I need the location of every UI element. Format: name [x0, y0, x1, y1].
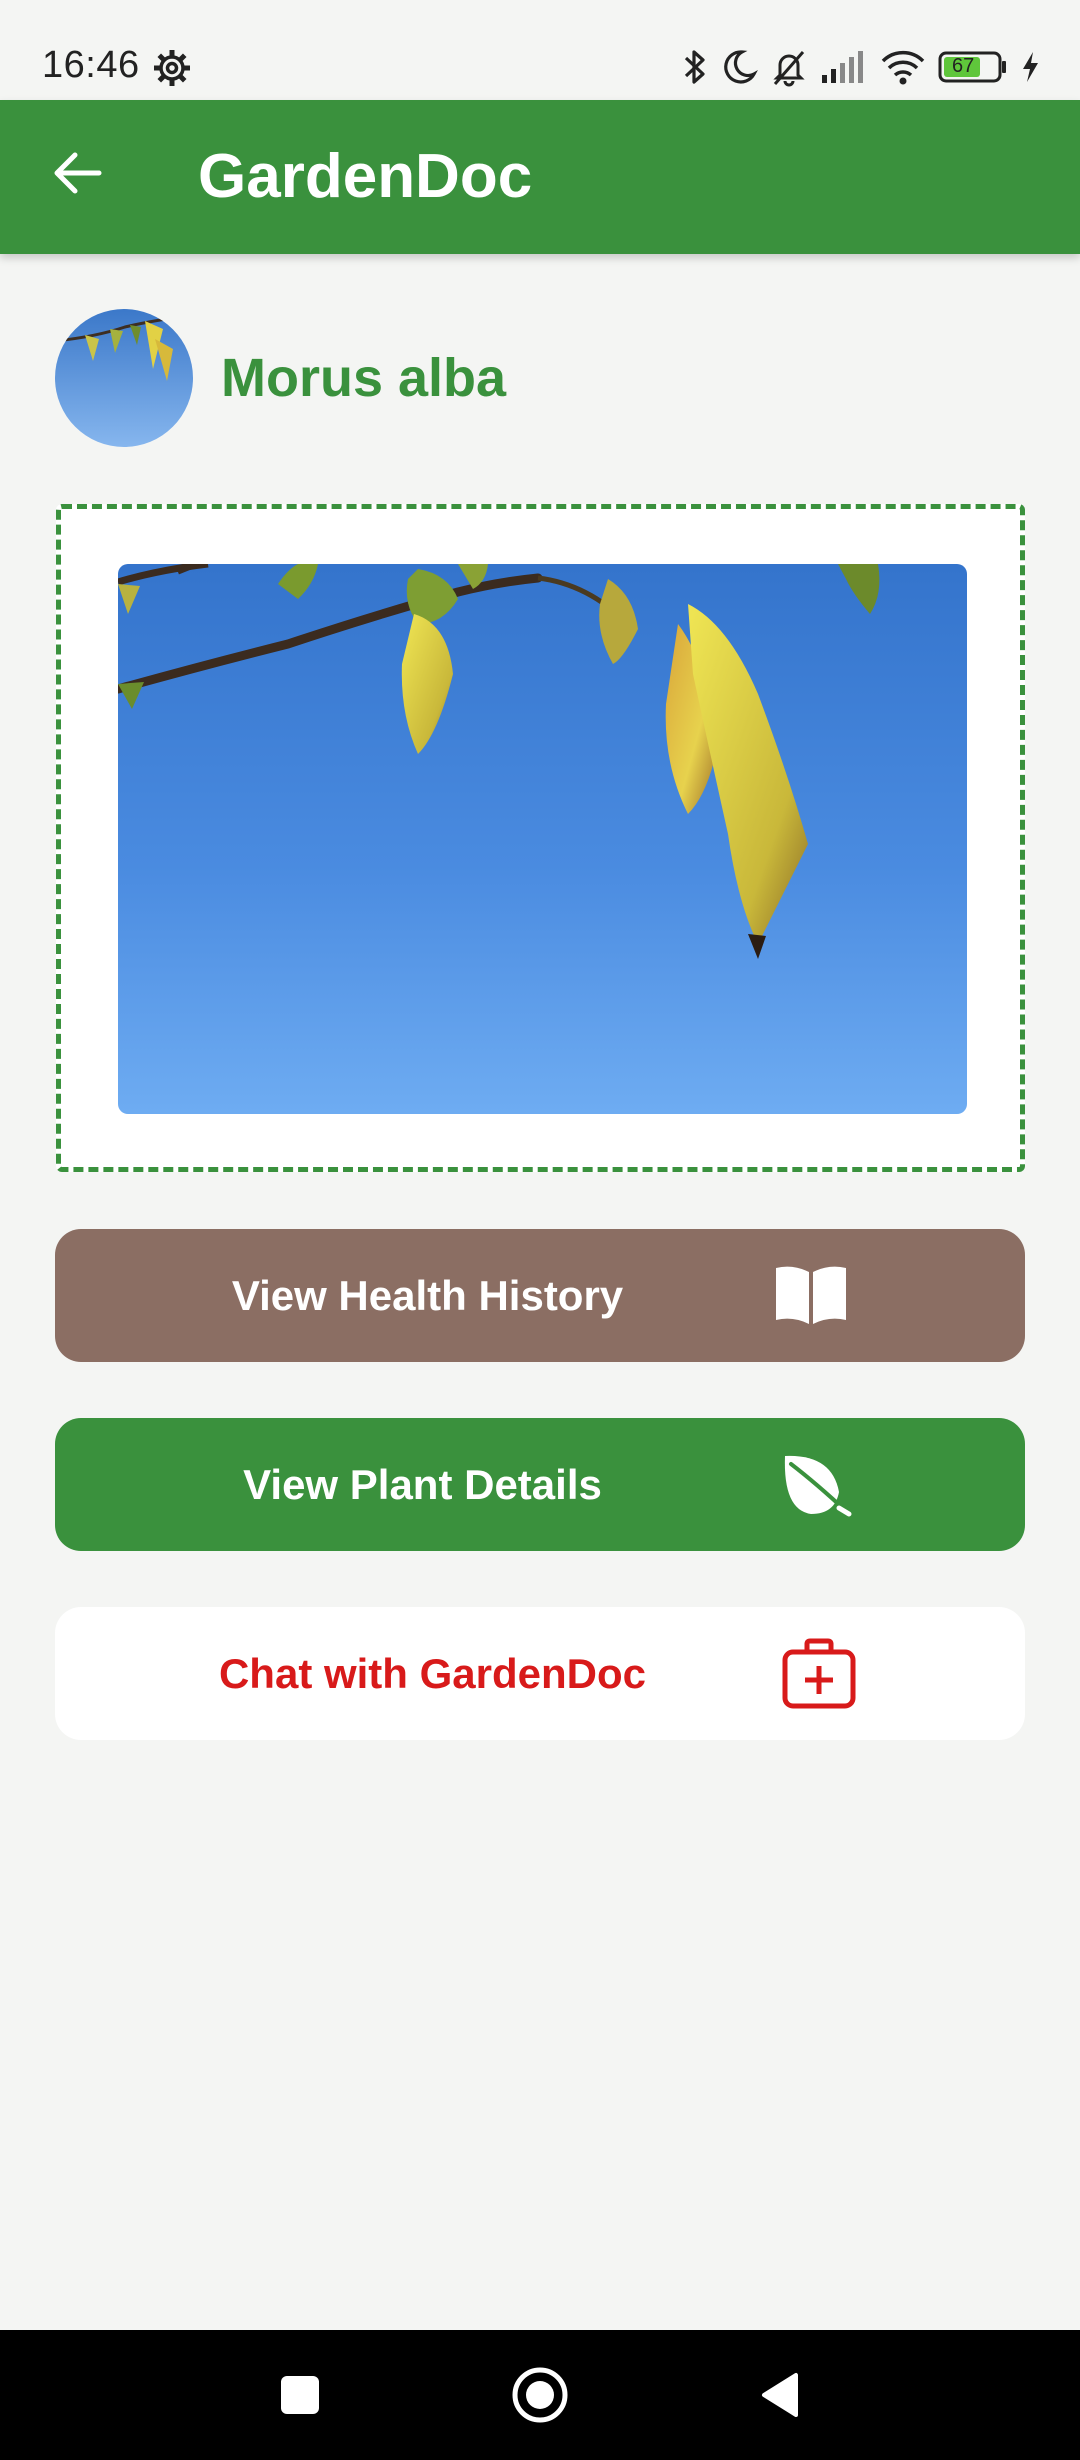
plant-photo-frame [56, 504, 1025, 1172]
battery-icon: 67 [938, 49, 1008, 85]
system-navigation-bar [0, 2330, 1080, 2460]
app-bar: GardenDoc [0, 100, 1080, 254]
view-health-history-button[interactable]: View Health History [55, 1229, 1025, 1362]
home-button[interactable] [505, 2362, 575, 2432]
plant-header: Morus alba [55, 308, 506, 448]
view-plant-details-button[interactable]: View Plant Details [55, 1418, 1025, 1551]
plant-avatar[interactable] [55, 309, 193, 447]
do-not-disturb-moon-icon [720, 47, 758, 87]
notifications-off-icon [770, 47, 808, 87]
back-nav-button[interactable] [745, 2362, 815, 2432]
leaf-icon [775, 1445, 855, 1525]
plant-photo [118, 564, 967, 1114]
status-icons: 67 [682, 44, 1040, 90]
app-title: GardenDoc [198, 142, 533, 211]
view-health-history-label: View Health History [231, 1271, 624, 1319]
medical-kit-icon [779, 1634, 859, 1714]
recent-apps-button[interactable] [265, 2362, 335, 2432]
home-icon [510, 2365, 570, 2430]
settings-gear-icon [152, 48, 192, 88]
cellular-signal-icon [820, 49, 868, 85]
bluetooth-icon [682, 47, 708, 87]
view-plant-details-label: View Plant Details [243, 1460, 602, 1508]
wifi-icon [880, 48, 926, 86]
status-bar: 16:46 67 [0, 0, 1080, 100]
charging-bolt-icon [1020, 50, 1040, 84]
back-button[interactable] [48, 145, 108, 205]
chat-with-gardendoc-button[interactable]: Chat with GardenDoc [55, 1607, 1025, 1740]
chat-with-gardendoc-label: Chat with GardenDoc [218, 1649, 647, 1697]
battery-level: 67 [952, 55, 975, 77]
plant-name: Morus alba [221, 348, 507, 408]
recent-apps-icon [278, 2373, 322, 2422]
open-book-icon [771, 1255, 851, 1335]
status-time: 16:46 [42, 44, 140, 86]
arrow-left-icon [53, 151, 103, 200]
back-triangle-icon [758, 2371, 802, 2424]
